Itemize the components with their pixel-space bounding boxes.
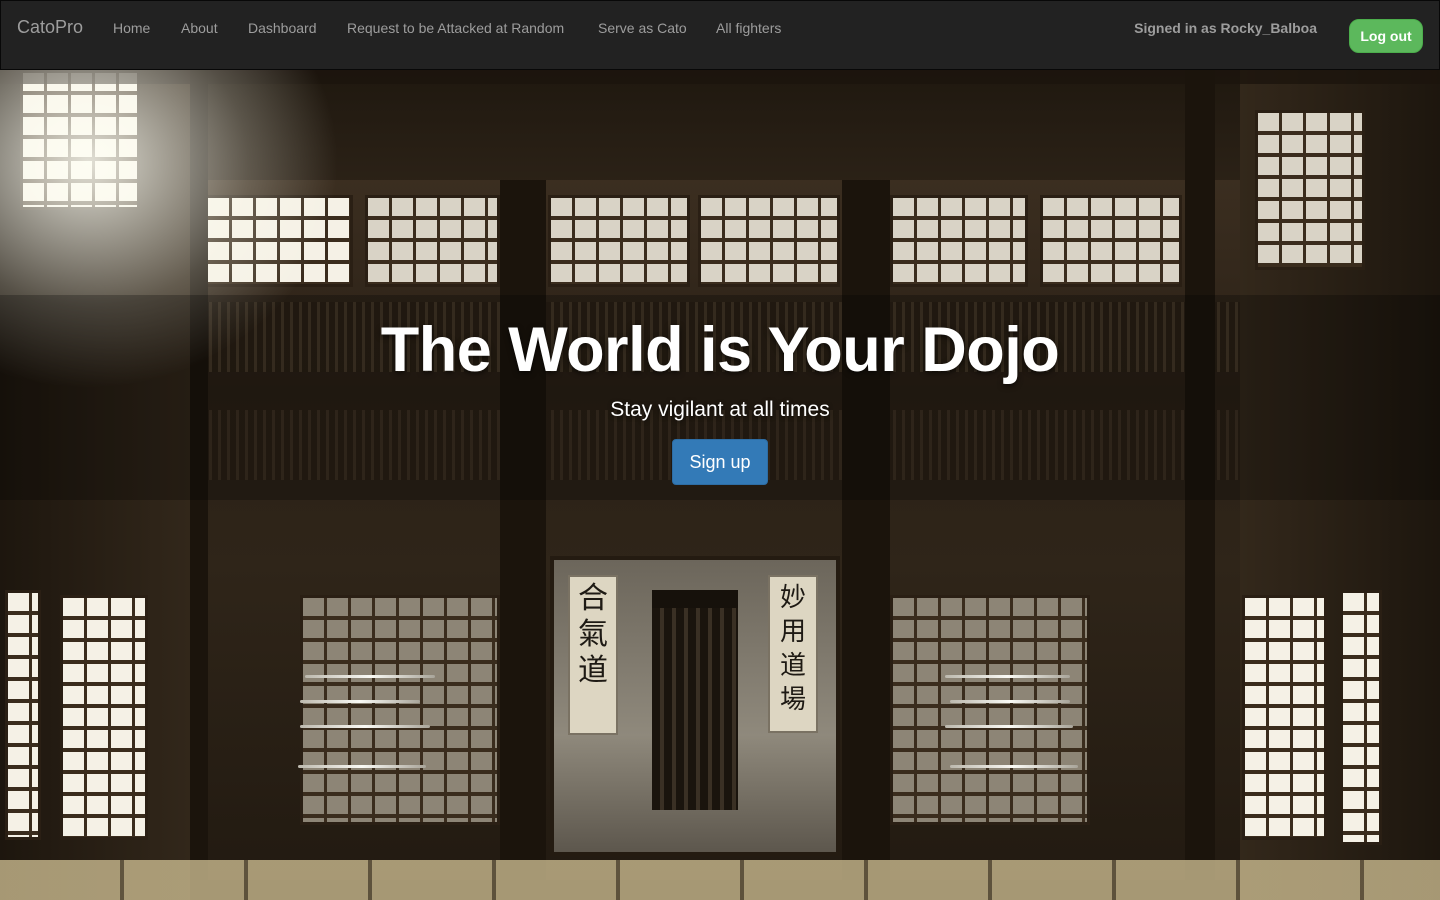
brand-link[interactable]: CatoPro bbox=[17, 17, 83, 38]
nav-home[interactable]: Home bbox=[113, 20, 150, 36]
lower-window bbox=[890, 595, 1090, 825]
lower-window bbox=[1340, 590, 1382, 845]
lower-window bbox=[60, 595, 148, 840]
katana bbox=[945, 675, 1070, 678]
lower-window bbox=[1242, 595, 1327, 840]
katana bbox=[300, 725, 430, 728]
nav-dashboard[interactable]: Dashboard bbox=[248, 20, 317, 36]
katana bbox=[300, 700, 420, 703]
upper-window bbox=[365, 195, 500, 287]
wood-beam bbox=[842, 180, 890, 900]
kamidana-shrine bbox=[652, 590, 738, 810]
katana bbox=[945, 725, 1073, 728]
hero-subtitle: Stay vigilant at all times bbox=[610, 398, 830, 421]
lower-window bbox=[300, 595, 500, 825]
upper-window bbox=[548, 195, 690, 287]
nav-about[interactable]: About bbox=[181, 20, 218, 36]
katana bbox=[305, 675, 435, 678]
hero-section: The World is Your Dojo Stay vigilant at … bbox=[0, 310, 1440, 485]
calligraphy-scroll-left: 合氣道 bbox=[568, 575, 618, 735]
katana bbox=[298, 765, 426, 768]
upper-window bbox=[698, 195, 840, 287]
katana bbox=[950, 765, 1078, 768]
upper-window bbox=[1040, 195, 1182, 287]
nav-request-attack[interactable]: Request to be Attacked at Random bbox=[347, 20, 564, 36]
hero-title: The World is Your Dojo bbox=[380, 315, 1060, 385]
top-navbar: CatoPro Home About Dashboard Request to … bbox=[0, 0, 1440, 70]
katana bbox=[950, 700, 1070, 703]
lower-window bbox=[5, 590, 41, 840]
dojo-background-image: 合氣道 妙用道場 bbox=[0, 70, 1440, 900]
nav-all-fighters[interactable]: All fighters bbox=[716, 20, 781, 36]
wood-beam bbox=[500, 180, 546, 900]
tatami-floor bbox=[0, 860, 1440, 900]
upper-window bbox=[890, 195, 1028, 287]
logout-button[interactable]: Log out bbox=[1349, 19, 1423, 53]
calligraphy-scroll-right: 妙用道場 bbox=[768, 575, 818, 733]
signed-in-user: Signed in as Rocky_Balboa bbox=[1134, 20, 1317, 36]
signup-button[interactable]: Sign up bbox=[672, 439, 768, 485]
upper-side-window bbox=[1255, 110, 1365, 270]
nav-serve-as-cato[interactable]: Serve as Cato bbox=[598, 20, 687, 36]
